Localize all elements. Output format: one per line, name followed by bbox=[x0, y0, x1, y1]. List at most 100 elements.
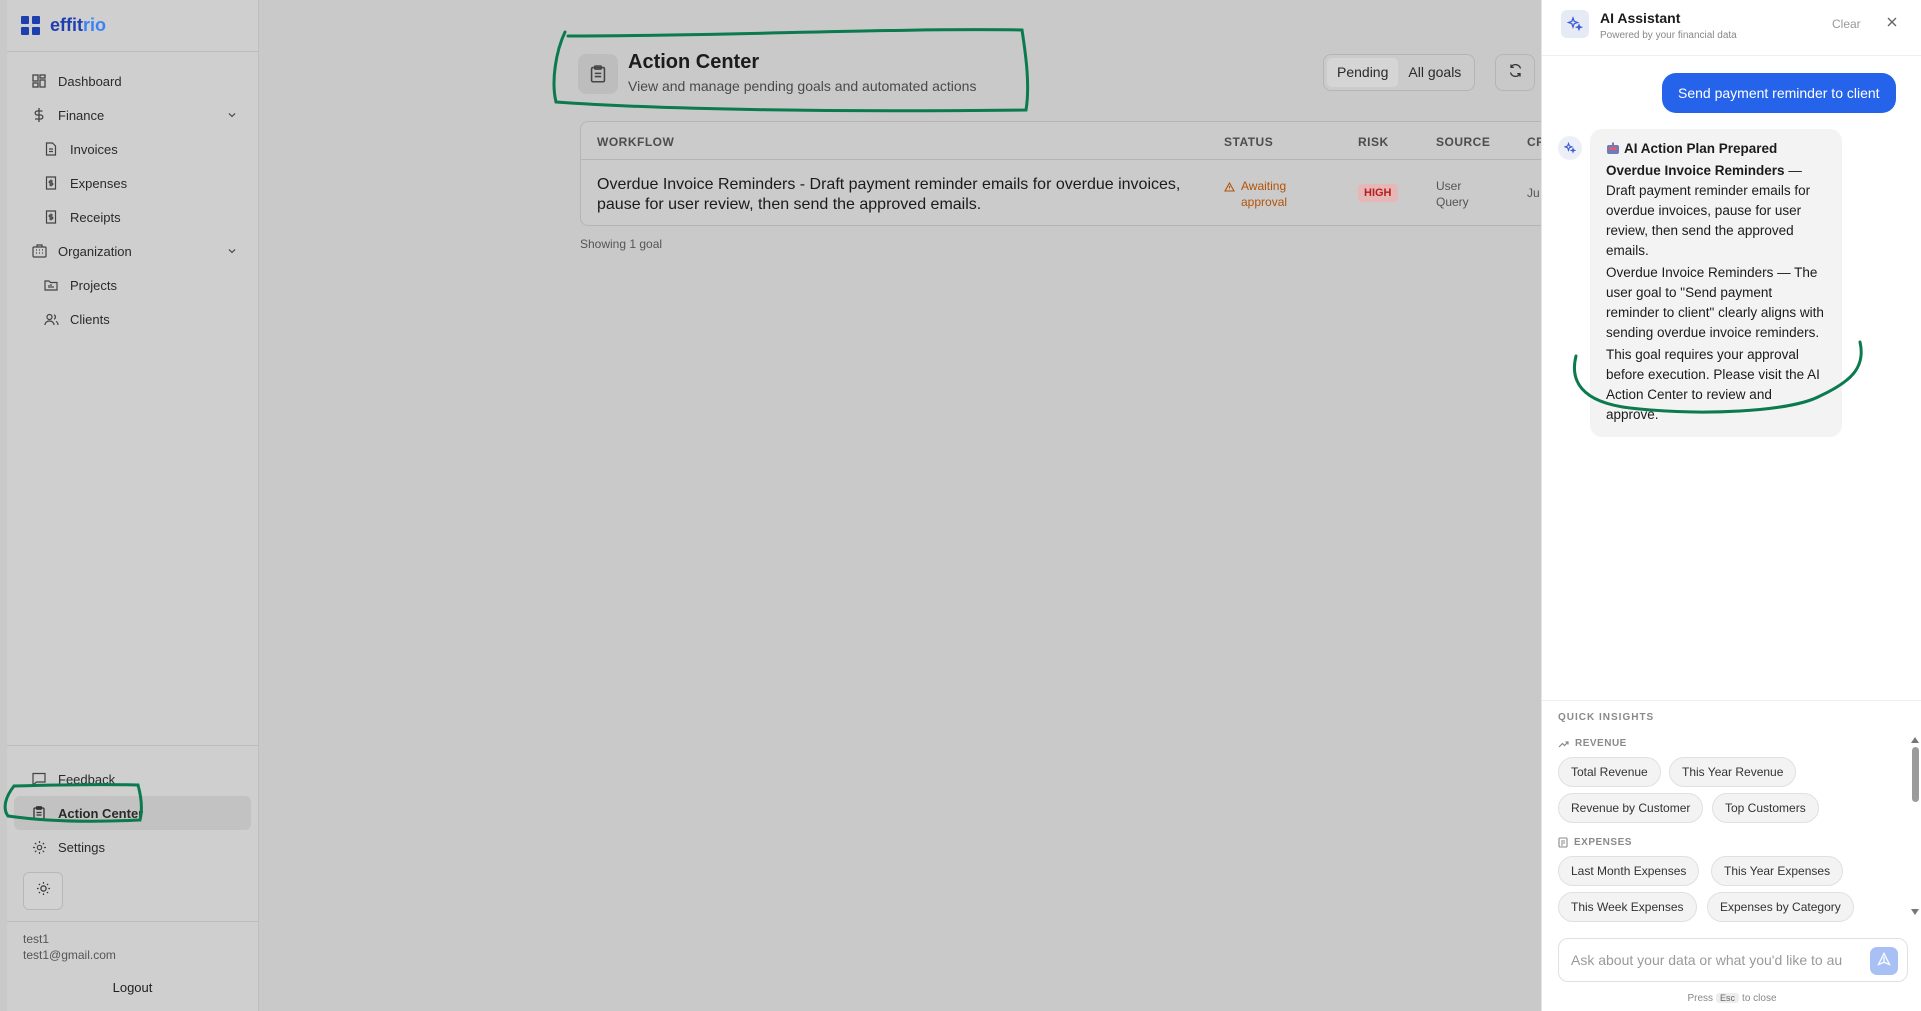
chip-top-customers[interactable]: Top Customers bbox=[1712, 793, 1819, 823]
chip-this-year-revenue[interactable]: This Year Revenue bbox=[1669, 757, 1797, 787]
assistant-avatar-sparkle-icon bbox=[1558, 136, 1582, 160]
filter-pending[interactable]: Pending bbox=[1327, 58, 1399, 87]
revenue-category: REVENUE bbox=[1558, 738, 1627, 749]
plan-approval-note: This goal requires your approval before … bbox=[1606, 347, 1820, 422]
clipboard-list-icon bbox=[578, 54, 618, 94]
chip-last-month-expenses[interactable]: Last Month Expenses bbox=[1558, 856, 1700, 886]
robot-icon bbox=[1606, 141, 1620, 154]
source-line1: User bbox=[1436, 179, 1462, 193]
filter-all-goals[interactable]: All goals bbox=[1398, 58, 1471, 87]
scrollbar-thumb[interactable] bbox=[1912, 747, 1919, 802]
sidebar-item-label: Invoices bbox=[70, 141, 118, 157]
goal-filter-toggle: Pending All goals bbox=[1323, 54, 1476, 91]
sidebar-item-label: Receipts bbox=[70, 209, 121, 225]
send-icon bbox=[1877, 951, 1891, 971]
assistant-subtitle: Powered by your financial data bbox=[1600, 30, 1737, 41]
quick-insights-title: QUICK INSIGHTS bbox=[1558, 712, 1655, 723]
trending-up-icon bbox=[1558, 740, 1569, 747]
col-workflow: WORKFLOW bbox=[597, 135, 675, 149]
assistant-message-bubble: AI Action Plan Prepared Overdue Invoice … bbox=[1590, 129, 1842, 437]
chip-this-year-expenses[interactable]: This Year Expenses bbox=[1711, 856, 1844, 886]
theme-toggle-button[interactable] bbox=[23, 872, 63, 910]
sidebar-item-action-center[interactable]: Action Center bbox=[14, 796, 251, 830]
sun-icon bbox=[36, 881, 51, 901]
col-source: SOURCE bbox=[1436, 135, 1491, 149]
sidebar-item-label: Action Center bbox=[58, 805, 144, 821]
scroll-down-icon bbox=[1911, 909, 1919, 915]
sidebar: effitrio Dashboard Finance Invoices Expe… bbox=[7, 0, 259, 1011]
sidebar-item-organization[interactable]: Organization bbox=[14, 234, 251, 268]
page-subtitle: View and manage pending goals and automa… bbox=[628, 78, 977, 94]
sidebar-item-receipts[interactable]: Receipts bbox=[14, 200, 251, 234]
keyboard-hint: Press Esc to close bbox=[1687, 993, 1777, 1004]
chip-expenses-by-category[interactable]: Expenses by Category bbox=[1707, 892, 1854, 922]
chip-this-week-expenses[interactable]: This Week Expenses bbox=[1558, 892, 1697, 922]
logout-button[interactable]: Logout bbox=[7, 980, 258, 995]
expenses-category: EXPENSES bbox=[1558, 837, 1632, 848]
expense-receipt-icon bbox=[42, 174, 60, 192]
user-info: test1 test1@gmail.com bbox=[7, 921, 258, 963]
close-icon[interactable] bbox=[1886, 15, 1898, 31]
clear-button[interactable]: Clear bbox=[1832, 17, 1861, 31]
sidebar-item-invoices[interactable]: Invoices bbox=[14, 132, 251, 166]
source-line2: Query bbox=[1436, 195, 1469, 209]
sidebar-item-label: Finance bbox=[58, 107, 105, 123]
source-cell: User Query bbox=[1436, 178, 1486, 210]
refresh-button[interactable] bbox=[1495, 54, 1535, 91]
col-status: STATUS bbox=[1224, 135, 1274, 149]
sidebar-item-expenses[interactable]: Expenses bbox=[14, 166, 251, 200]
sidebar-item-clients[interactable]: Clients bbox=[14, 302, 251, 336]
risk-badge: HIGH bbox=[1358, 184, 1398, 202]
user-email: test1@gmail.com bbox=[23, 948, 116, 962]
sidebar-item-settings[interactable]: Settings bbox=[14, 830, 251, 864]
clipboard-list-icon bbox=[30, 804, 48, 822]
invoice-icon bbox=[42, 140, 60, 158]
status-line1: Awaiting bbox=[1241, 179, 1287, 193]
receipt-icon bbox=[42, 208, 60, 226]
chevron-down-icon[interactable] bbox=[227, 108, 237, 123]
sidebar-item-projects[interactable]: Projects bbox=[14, 268, 251, 302]
sidebar-bottom: Feedback Action Center Settings bbox=[7, 745, 258, 910]
chat-input-box bbox=[1558, 938, 1908, 982]
workflow-description: Overdue Invoice Reminders - Draft paymen… bbox=[597, 176, 1181, 213]
ai-assistant-panel: AI Assistant Powered by your financial d… bbox=[1541, 0, 1921, 1011]
brand-logo[interactable]: effitrio bbox=[7, 0, 258, 52]
dashboard-icon bbox=[30, 72, 48, 90]
dollar-icon bbox=[30, 106, 48, 124]
brand-name-accent: rio bbox=[83, 15, 107, 35]
plan-rationale: Overdue Invoice Reminders — The user goa… bbox=[1606, 265, 1824, 340]
page-title: Action Center bbox=[628, 51, 760, 73]
refresh-icon bbox=[1508, 63, 1523, 83]
result-count: Showing 1 goal bbox=[580, 237, 663, 251]
status-cell: Awaiting approval bbox=[1224, 178, 1287, 210]
col-risk: RISK bbox=[1358, 135, 1389, 149]
send-button[interactable] bbox=[1870, 947, 1898, 975]
sidebar-item-finance[interactable]: Finance bbox=[14, 98, 251, 132]
sidebar-item-label: Projects bbox=[70, 277, 117, 293]
sidebar-item-dashboard[interactable]: Dashboard bbox=[14, 64, 251, 98]
chip-total-revenue[interactable]: Total Revenue bbox=[1558, 757, 1661, 787]
chevron-down-icon[interactable] bbox=[227, 244, 237, 259]
chat-input[interactable] bbox=[1571, 949, 1861, 971]
logo-grid-icon bbox=[21, 16, 40, 35]
receipt-icon bbox=[1558, 837, 1568, 848]
status-line2: approval bbox=[1241, 195, 1288, 209]
gear-icon bbox=[30, 838, 48, 856]
plan-heading: AI Action Plan Prepared bbox=[1624, 141, 1778, 156]
esc-key: Esc bbox=[1716, 993, 1740, 1003]
sidebar-item-label: Clients bbox=[70, 311, 110, 327]
message-square-icon bbox=[30, 770, 48, 788]
sidebar-nav: Dashboard Finance Invoices Expenses Rece… bbox=[7, 52, 258, 336]
user-message-bubble: Send payment reminder to client bbox=[1662, 73, 1896, 113]
chip-revenue-by-customer[interactable]: Revenue by Customer bbox=[1558, 793, 1704, 823]
sidebar-item-feedback[interactable]: Feedback bbox=[14, 762, 251, 796]
folder-icon bbox=[42, 276, 60, 294]
plan-goal-name: Overdue Invoice Reminders bbox=[1606, 163, 1785, 178]
brand-name: effit bbox=[50, 15, 83, 35]
sidebar-item-label: Settings bbox=[58, 839, 105, 855]
alert-triangle-icon bbox=[1224, 180, 1235, 210]
assistant-title: AI Assistant bbox=[1600, 10, 1681, 26]
sidebar-item-label: Feedback bbox=[58, 771, 116, 787]
quick-insights-scrollbar[interactable] bbox=[1910, 737, 1920, 917]
sparkle-icon bbox=[1561, 10, 1589, 38]
